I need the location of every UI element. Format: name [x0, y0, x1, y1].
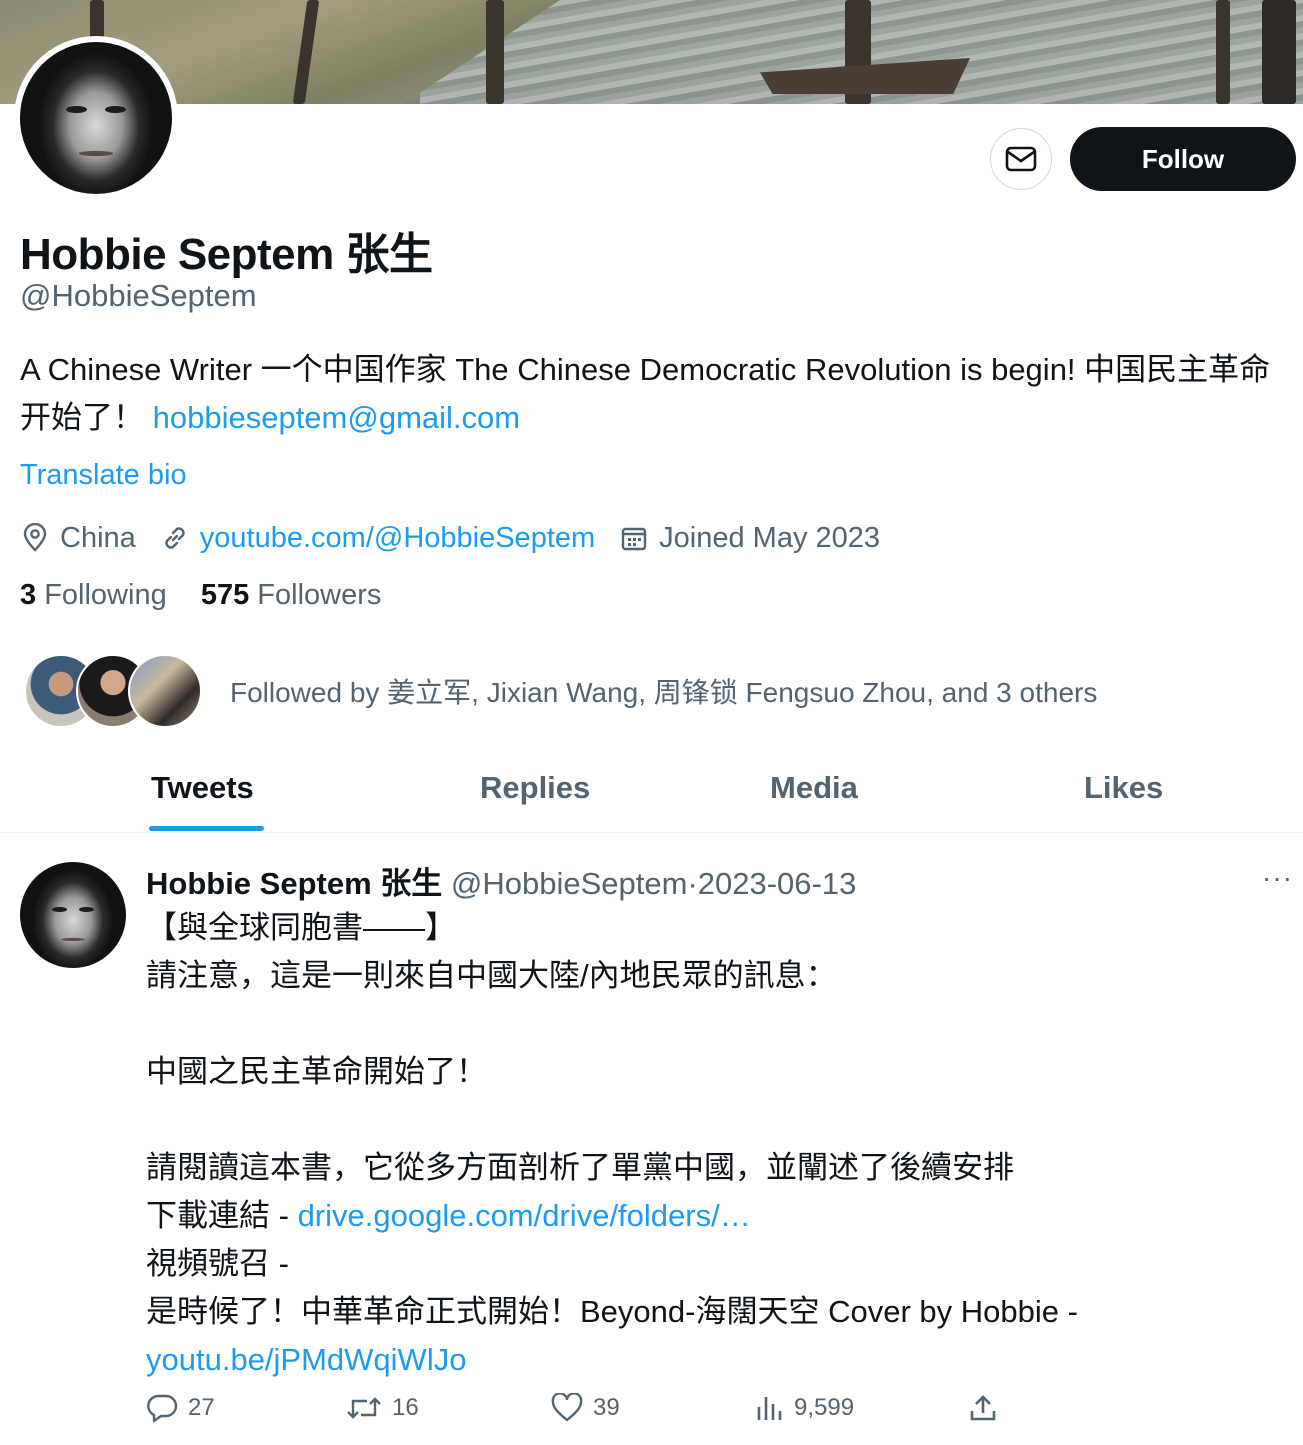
follow-counts: 3 Following 575 Followers — [20, 579, 381, 612]
retweet-button[interactable]: 16 — [346, 1393, 419, 1423]
website-link[interactable]: youtube.com/@HobbieSeptem — [200, 522, 595, 555]
followers-count: 575 — [200, 579, 250, 611]
reply-icon — [147, 1394, 178, 1423]
profile-name: Hobbie Septem 张生 — [20, 230, 433, 279]
drive-link[interactable]: drive.google.com/drive/folders/… — [298, 1198, 751, 1233]
profile-avatar[interactable] — [14, 36, 178, 200]
more-options-icon[interactable]: ··· — [1262, 862, 1293, 894]
views-count: 9,599 — [794, 1394, 855, 1421]
profile-meta: China youtube.com/@HobbieSeptem Joined M… — [20, 518, 904, 558]
translate-bio-link[interactable]: Translate bio — [20, 459, 187, 492]
profile-banner[interactable] — [0, 0, 1303, 104]
youtube-link[interactable]: youtu.be/jPMdWqiWlJo — [146, 1336, 1266, 1384]
following-label: Following — [44, 579, 167, 611]
link-icon — [165, 527, 185, 549]
joined-text: Joined May 2023 — [659, 521, 881, 554]
followers-label: Followers — [257, 579, 382, 611]
following-count: 3 — [20, 579, 37, 611]
tweet-line: 中國之民主革命開始了！ — [146, 1054, 487, 1089]
retweet-count: 16 — [392, 1394, 419, 1421]
avatar-eye — [79, 906, 95, 912]
profile-handle: @HobbieSeptem — [20, 278, 257, 313]
tweet-avatar[interactable] — [20, 862, 126, 968]
profile-bio: A Chinese Writer 一个中国作家 The Chinese Demo… — [20, 346, 1290, 442]
tweet-body: 【與全球同胞書——】 請注意，這是一則來自中國大陸/內地民眾的訊息： 中國之民主… — [146, 904, 1266, 1384]
tweet-date[interactable]: 2023-06-13 — [698, 866, 857, 901]
active-tab-indicator — [149, 826, 264, 831]
reply-count: 27 — [188, 1394, 215, 1421]
tweet-line: 下載連結 - drive.google.com/drive/folders/… — [146, 1192, 1266, 1240]
tweet-line: 是時候了！中華革命正式開始！Beyond-海闊天空 Cover by Hobbi… — [146, 1294, 1078, 1329]
tweet-blank — [146, 1096, 1266, 1144]
follower-avatar — [128, 654, 202, 728]
bio-email-link[interactable]: hobbieseptem@gmail.com — [153, 400, 520, 435]
tweet-separator: · — [687, 866, 698, 901]
tweet-author-handle[interactable]: @HobbieSeptem — [451, 866, 688, 901]
tweet-author-name[interactable]: Hobbie Septem 张生 — [146, 866, 442, 901]
tweet-header: Hobbie Septem 张生 @HobbieSeptem·2023-06-1… — [146, 858, 856, 903]
like-icon — [551, 1393, 583, 1422]
avatar-eye — [105, 105, 127, 114]
location-icon — [23, 523, 47, 552]
reply-button[interactable]: 27 — [146, 1393, 215, 1423]
joined-item: Joined May 2023 — [619, 522, 880, 555]
tab-tweets[interactable]: Tweets — [151, 770, 254, 806]
share-icon — [970, 1395, 996, 1421]
follow-button[interactable]: Follow — [1070, 127, 1296, 191]
download-label: 下載連結 - — [146, 1198, 298, 1233]
message-button[interactable] — [990, 128, 1052, 190]
following-link[interactable]: 3 Following — [20, 579, 167, 611]
followers-link[interactable]: 575 Followers — [201, 579, 382, 611]
banner-tree — [486, 0, 504, 104]
like-count: 39 — [593, 1394, 620, 1421]
views-icon — [757, 1397, 782, 1420]
tweet-actions: 27 16 39 9,599 — [146, 1393, 1146, 1437]
location-text: China — [60, 521, 136, 554]
tab-replies[interactable]: Replies — [480, 770, 590, 806]
mail-icon — [1005, 146, 1037, 172]
avatar-eye — [51, 906, 67, 912]
tab-media[interactable]: Media — [770, 770, 858, 806]
avatar-mouth — [61, 938, 85, 942]
calendar-icon — [621, 527, 647, 551]
share-button[interactable] — [968, 1393, 1008, 1423]
followed-by-row[interactable]: Followed by 姜立军, Jixian Wang, 周锋锁 Fengsu… — [24, 654, 1097, 728]
location-item: China — [20, 522, 136, 555]
tab-likes[interactable]: Likes — [1084, 770, 1163, 806]
like-button[interactable]: 39 — [551, 1393, 620, 1423]
tweet-line: 視頻號召 - — [146, 1246, 289, 1281]
avatar-mouth — [79, 151, 113, 156]
tweet-line: 【與全球同胞書——】 — [146, 910, 456, 945]
tweet-blank — [146, 1000, 1266, 1048]
retweet-icon — [347, 1397, 381, 1419]
banner-tree — [1262, 0, 1296, 104]
profile-tabs: Tweets Replies Media Likes — [0, 750, 1303, 833]
tweet-line: 請閱讀這本書，它從多方面剖析了單黨中國，並闡述了後續安排 — [146, 1150, 1014, 1185]
avatar-eye — [65, 105, 87, 114]
tweet-line: 請注意，這是一則來自中國大陸/內地民眾的訊息： — [146, 958, 837, 993]
followed-by-text: Followed by 姜立军, Jixian Wang, 周锋锁 Fengsu… — [230, 677, 1098, 708]
website-item[interactable]: youtube.com/@HobbieSeptem — [160, 522, 595, 555]
views-button[interactable]: 9,599 — [754, 1393, 854, 1423]
banner-tree — [1216, 0, 1230, 104]
avatar-image — [20, 42, 172, 194]
